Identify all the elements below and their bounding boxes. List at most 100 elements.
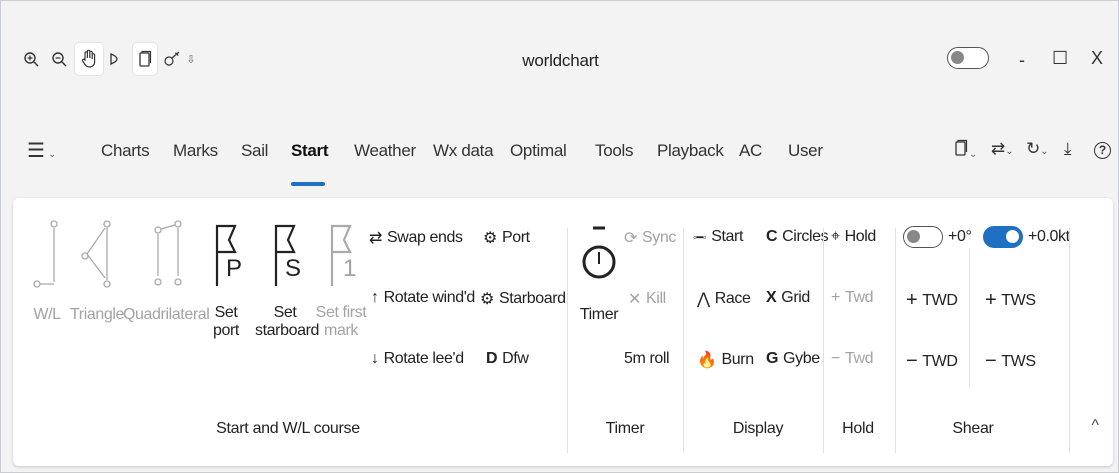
swap-ends-label: Swap ends: [387, 229, 463, 246]
triangle-label: Triangle: [69, 306, 124, 323]
plus-icon: +: [906, 289, 918, 311]
tab-marks[interactable]: Marks: [173, 141, 218, 161]
hold-label: Hold: [844, 228, 877, 245]
history-menu-icon[interactable]: ↻⌄: [1026, 139, 1049, 159]
display-burn-button[interactable]: 🔥 Burn: [697, 350, 754, 370]
display-gybe-label: Gybe: [783, 350, 820, 367]
dfw-label: Dfw: [502, 350, 529, 367]
set-first-mark-label-1: Set first: [315, 304, 367, 321]
wl-course-icon: [33, 220, 58, 288]
tab-start[interactable]: Start: [291, 141, 329, 161]
dfw-button[interactable]: D Dfw: [486, 350, 529, 368]
tab-weather[interactable]: Weather: [354, 141, 416, 161]
quadrilateral-course-icon: [154, 220, 182, 286]
tws-shear-toggle[interactable]: [983, 226, 1023, 248]
rotate-leeward-label: Rotate lee'd: [383, 350, 464, 367]
set-first-mark-label-2: mark: [324, 322, 358, 339]
wl-label: W/L: [33, 306, 61, 323]
set-port-button[interactable]: P Set port: [207, 220, 245, 340]
port-label: Port: [501, 229, 530, 246]
transfer-menu-icon[interactable]: ⇄⌄: [991, 139, 1014, 159]
display-grid-button[interactable]: X Grid: [766, 289, 810, 307]
collapse-ribbon-icon[interactable]: ^: [1091, 417, 1099, 435]
display-start-label: Start: [711, 228, 744, 245]
minus-icon: −: [906, 350, 918, 372]
display-gybe-button[interactable]: G Gybe: [766, 350, 820, 368]
wl-course-button[interactable]: W/L: [31, 218, 63, 324]
download-icon[interactable]: ⤓: [1064, 139, 1072, 159]
kill-button[interactable]: ✕ Kill: [628, 289, 666, 309]
set-starboard-label-2: starboard: [255, 322, 319, 339]
ribbon-panel: W/L Triangle Quadrilateral P Set port S …: [13, 198, 1113, 466]
device-menu-icon[interactable]: ⌄: [953, 139, 977, 162]
tab-wx-data[interactable]: Wx data: [433, 141, 494, 161]
group-label-start-wl: Start and W/L course: [216, 420, 360, 437]
five-minute-roll-button[interactable]: 5m roll: [624, 350, 670, 368]
group-separator: [683, 228, 684, 453]
set-port-label-2: port: [213, 322, 239, 339]
hold-twd-minus-label: Twd: [844, 350, 874, 367]
tws-offset-value: +0.0kt: [1028, 228, 1070, 245]
maximize-button[interactable]: ☐: [1052, 48, 1068, 69]
group-label-shear: Shear: [952, 420, 994, 437]
help-button[interactable]: ?: [1094, 139, 1111, 159]
swap-ends-button[interactable]: ⇄ Swap ends: [369, 228, 463, 248]
hold-twd-minus-button[interactable]: − Twd: [831, 350, 874, 368]
sync-button[interactable]: ⟳ Sync: [624, 228, 676, 248]
set-starboard-button[interactable]: S Set starboard: [255, 220, 319, 340]
arrow-up-icon: ↑: [371, 289, 379, 306]
title-bar: ⇩ worldchart - ☐ X: [1, 1, 1119, 111]
plus-icon: +: [985, 289, 997, 311]
tab-ac[interactable]: AC: [739, 141, 762, 161]
tab-tools[interactable]: Tools: [595, 141, 633, 161]
port-flag-letter: P: [226, 255, 242, 282]
hold-twd-plus-label: Twd: [844, 289, 874, 306]
timer-button[interactable]: Timer: [576, 218, 622, 324]
rotate-windward-button[interactable]: ↑ Rotate wind'd: [371, 289, 475, 307]
tab-sail[interactable]: Sail: [241, 141, 268, 161]
minimize-button[interactable]: -: [1019, 50, 1025, 71]
triangle-course-button[interactable]: Triangle: [65, 218, 129, 324]
theme-toggle[interactable]: [947, 47, 989, 69]
plus-tws-button[interactable]: + TWS: [985, 289, 1036, 312]
menu-button[interactable]: ☰ ⌄: [27, 138, 56, 163]
rotate-windward-label: Rotate wind'd: [383, 289, 476, 306]
display-circles-button[interactable]: C Circles: [766, 228, 829, 246]
minus-twd-button[interactable]: − TWD: [906, 350, 958, 373]
display-grid-label: Grid: [781, 289, 810, 306]
display-race-button[interactable]: ⋀ Race: [697, 289, 751, 309]
plus-tws-label: TWS: [1001, 291, 1036, 309]
tab-optimal[interactable]: Optimal: [510, 141, 567, 161]
grid-key: X: [766, 289, 777, 306]
app-window: ⇩ worldchart - ☐ X ☰ ⌄ Charts Marks Sail …: [0, 0, 1119, 473]
hold-button[interactable]: ⌖ Hold: [831, 228, 876, 246]
starboard-gear-icon: ⚙: [480, 291, 494, 308]
plus-twd-button[interactable]: + TWD: [906, 289, 958, 312]
set-starboard-label-1: Set: [273, 304, 297, 321]
tab-playback[interactable]: Playback: [657, 141, 724, 161]
display-race-label: Race: [714, 290, 751, 307]
quadrilateral-course-button[interactable]: Quadrilateral: [123, 218, 210, 324]
port-button[interactable]: ⚙ Port: [483, 228, 530, 248]
port-gear-icon: ⚙: [483, 230, 497, 247]
sync-label: Sync: [642, 229, 676, 246]
starboard-label: Starboard: [498, 290, 566, 307]
rotate-leeward-button[interactable]: ↓ Rotate lee'd: [371, 350, 464, 368]
help-icon: ?: [1094, 142, 1111, 159]
arrow-down-icon: ↓: [371, 350, 379, 367]
twd-shear-toggle[interactable]: [903, 226, 943, 248]
minus-icon: −: [831, 350, 840, 367]
group-label-timer: Timer: [605, 420, 645, 437]
hamburger-icon: ☰: [27, 140, 45, 162]
kill-x-icon: ✕: [628, 291, 642, 308]
tab-charts[interactable]: Charts: [101, 141, 150, 161]
set-first-mark-button[interactable]: 1 Set first mark: [315, 220, 367, 340]
circles-key: C: [766, 228, 778, 245]
tab-user[interactable]: User: [788, 141, 823, 161]
minus-tws-button[interactable]: − TWS: [985, 350, 1036, 373]
starboard-button[interactable]: ⚙ Starboard: [480, 289, 566, 309]
display-start-button[interactable]: ◦━◦ Start: [693, 228, 743, 246]
group-separator: [1069, 228, 1070, 453]
hold-twd-plus-button[interactable]: + Twd: [831, 289, 874, 307]
close-button[interactable]: X: [1091, 48, 1103, 69]
